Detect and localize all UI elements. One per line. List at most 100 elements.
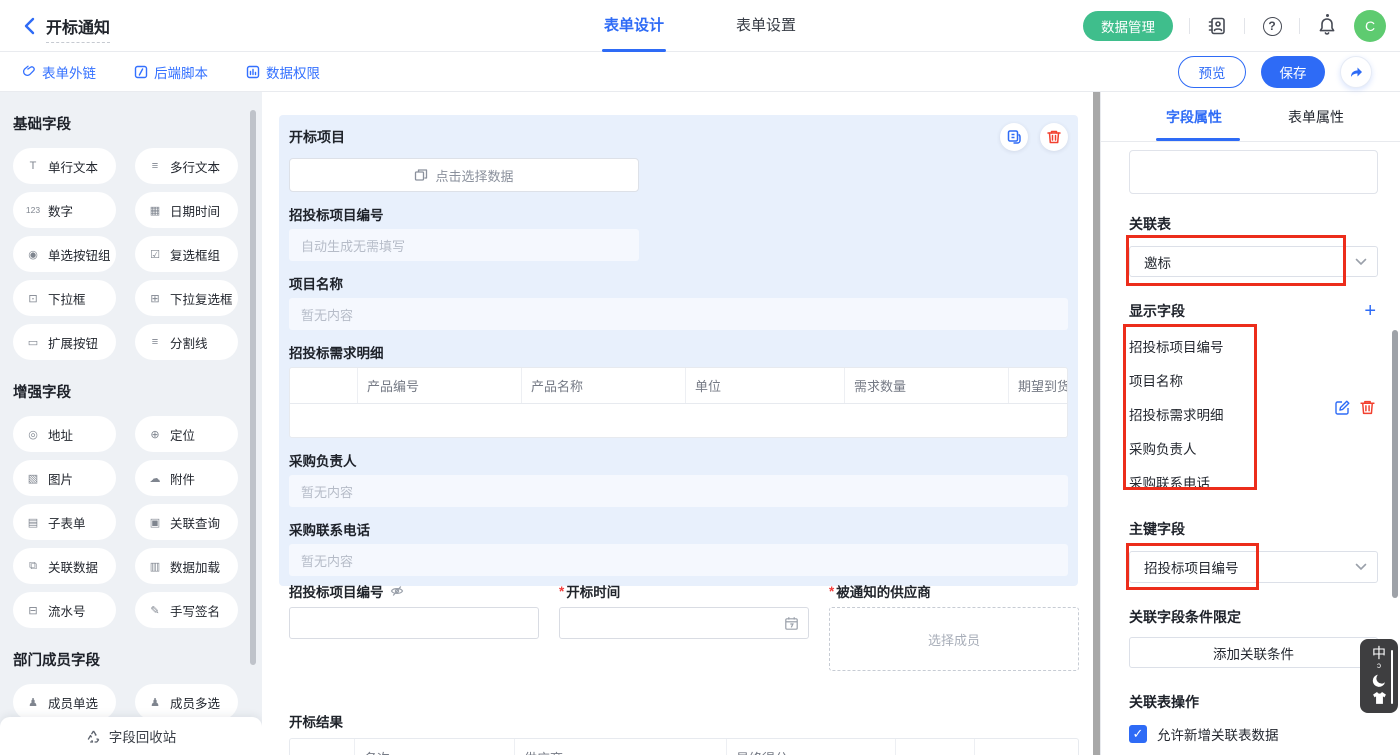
page-title[interactable]: 开标通知 bbox=[46, 14, 110, 43]
serial-number-icon: ⊟ bbox=[24, 604, 42, 617]
field-pill-single-line-text[interactable]: T单行文本 bbox=[13, 148, 116, 184]
field-label-detail-table: 招投标需求明细 bbox=[289, 342, 1068, 362]
edit-display-fields-button[interactable] bbox=[1334, 399, 1351, 416]
field-label-project-name: 项目名称 bbox=[289, 273, 1068, 293]
tab-form-settings[interactable]: 表单设置 bbox=[736, 0, 796, 52]
top-right-cluster: 数据管理 ? C bbox=[1083, 0, 1386, 52]
scrolled-empty-input[interactable] bbox=[1129, 150, 1378, 194]
result-subtable[interactable]: 名次 供应商 最终得分 bbox=[289, 738, 1079, 755]
field-input-project-no[interactable]: 自动生成无需填写 bbox=[289, 229, 639, 261]
help-icon[interactable]: ? bbox=[1261, 15, 1283, 37]
detail-col-expected-date: 期望到货时 bbox=[1009, 368, 1067, 403]
project-no-input[interactable] bbox=[289, 607, 539, 639]
tab-field-properties[interactable]: 字段属性 bbox=[1156, 92, 1232, 141]
field-pill-linked-query[interactable]: ▣关联查询 bbox=[135, 504, 238, 540]
user-avatar[interactable]: C bbox=[1354, 10, 1386, 42]
field-pill-data-load[interactable]: ▥数据加载 bbox=[135, 548, 238, 584]
field-pill-subform[interactable]: ▤子表单 bbox=[13, 504, 116, 540]
field-input-purchase-phone[interactable]: 暂无内容 bbox=[289, 544, 1068, 576]
field-pill-extend-button[interactable]: ▭扩展按钮 bbox=[13, 324, 116, 360]
display-field-item[interactable]: 采购联系电话 bbox=[1129, 465, 1378, 499]
display-field-item[interactable]: 采购负责人 bbox=[1129, 431, 1378, 465]
field-pill-divider[interactable]: ≡分割线 bbox=[135, 324, 238, 360]
save-button[interactable]: 保存 bbox=[1261, 56, 1325, 88]
add-condition-button[interactable]: 添加关联条件 bbox=[1129, 637, 1378, 668]
primary-key-select[interactable]: 招投标项目编号 bbox=[1129, 551, 1378, 583]
form-canvas[interactable]: 开标项目 bbox=[262, 92, 1100, 755]
row-field-project-no[interactable]: 招投标项目编号 bbox=[289, 582, 539, 671]
row-field-open-time[interactable]: *开标时间 bbox=[559, 582, 809, 671]
field-pill-signature[interactable]: ✎手写签名 bbox=[135, 592, 238, 628]
tab-form-properties[interactable]: 表单属性 bbox=[1278, 92, 1354, 141]
recycle-icon bbox=[86, 729, 101, 744]
field-pill-member-single[interactable]: ♟成员单选 bbox=[13, 684, 116, 720]
field-pill-number[interactable]: 123数字 bbox=[13, 192, 116, 228]
field-pill-select[interactable]: ⊡下拉框 bbox=[13, 280, 116, 316]
field-pill-serial-number[interactable]: ⊟流水号 bbox=[13, 592, 116, 628]
form-external-link[interactable]: 表单外链 bbox=[22, 62, 96, 82]
translate-icon[interactable]: 中 bbox=[1372, 647, 1386, 660]
select-data-button[interactable]: 点击选择数据 bbox=[289, 158, 639, 192]
select-member-box[interactable]: 选择成员 bbox=[829, 607, 1079, 671]
field-pill-image[interactable]: ▧图片 bbox=[13, 460, 116, 496]
tab-form-design[interactable]: 表单设计 bbox=[604, 0, 664, 52]
backend-script-link[interactable]: 后端脚本 bbox=[134, 62, 208, 82]
active-tab-underline bbox=[602, 49, 666, 52]
data-load-chart-icon: ▥ bbox=[146, 560, 164, 573]
sidebar-scrollbar[interactable] bbox=[250, 110, 256, 665]
number-icon: 123 bbox=[24, 205, 42, 215]
field-pill-multi-select[interactable]: ⊞下拉复选框 bbox=[135, 280, 238, 316]
display-fields-list: 招投标项目编号 项目名称 招投标需求明细 采购负责人 采购联系电话 bbox=[1129, 329, 1378, 499]
field-label-project-no: 招投标项目编号 bbox=[289, 204, 1068, 224]
row-field-suppliers[interactable]: *被通知的供应商 选择成员 bbox=[829, 582, 1079, 671]
linked-data-icon: ⧉ bbox=[24, 560, 42, 573]
share-button[interactable] bbox=[1340, 56, 1372, 88]
field-pill-multi-line-text[interactable]: ≡多行文本 bbox=[135, 148, 238, 184]
toolbar-links: 表单外链 后端脚本 数据权限 bbox=[0, 62, 320, 82]
field-pill-address[interactable]: ◎地址 bbox=[13, 416, 116, 452]
primary-key-label: 主键字段 bbox=[1129, 519, 1378, 539]
divider bbox=[1299, 18, 1300, 34]
canvas-scrollbar[interactable] bbox=[1093, 92, 1100, 755]
image-icon: ▧ bbox=[24, 472, 42, 485]
delete-field-button[interactable] bbox=[1040, 123, 1068, 151]
notification-bell-icon[interactable] bbox=[1316, 15, 1338, 37]
result-section[interactable]: 开标结果 名次 供应商 最终得分 bbox=[289, 712, 1079, 755]
detail-col-demand-qty: 需求数量 bbox=[845, 368, 1009, 403]
field-recycle-bin[interactable]: 字段回收站 bbox=[0, 717, 262, 755]
add-display-field-button[interactable]: + bbox=[1364, 302, 1376, 320]
dark-mode-moon-icon[interactable] bbox=[1372, 673, 1387, 688]
related-table-select[interactable]: 邀标 bbox=[1129, 246, 1378, 277]
detail-subtable[interactable]: 产品编号 产品名称 单位 需求数量 期望到货时 bbox=[289, 367, 1068, 438]
field-pill-linked-data[interactable]: ⧉关联数据 bbox=[13, 548, 116, 584]
field-pill-checkbox-group[interactable]: ☑复选框组 bbox=[135, 236, 238, 272]
data-permission-link[interactable]: 数据权限 bbox=[246, 62, 320, 82]
copy-field-button[interactable] bbox=[1000, 123, 1028, 151]
field-pill-attachment[interactable]: ☁附件 bbox=[135, 460, 238, 496]
field-pill-radio-group[interactable]: ◉单选按钮组 bbox=[13, 236, 116, 272]
delete-display-fields-button[interactable] bbox=[1359, 399, 1376, 416]
browser-extension-widget[interactable]: 中 ɔ bbox=[1360, 639, 1398, 713]
subform-icon: ▤ bbox=[24, 516, 42, 529]
selected-field-group[interactable]: 开标项目 bbox=[279, 115, 1078, 586]
script-icon bbox=[134, 65, 148, 79]
panel-scrollbar[interactable] bbox=[1392, 330, 1398, 598]
field-input-purchase-owner[interactable]: 暂无内容 bbox=[289, 475, 1068, 507]
field-pill-location[interactable]: ⊕定位 bbox=[135, 416, 238, 452]
panel-tabs: 字段属性 表单属性 bbox=[1101, 92, 1400, 142]
preview-button[interactable]: 预览 bbox=[1178, 56, 1246, 88]
display-field-item[interactable]: 招投标项目编号 bbox=[1129, 329, 1378, 363]
result-col-supplier: 供应商 bbox=[515, 739, 727, 755]
allow-add-checkbox[interactable]: ✓ bbox=[1129, 725, 1147, 743]
field-pill-member-multi[interactable]: ♟成员多选 bbox=[135, 684, 238, 720]
contacts-icon[interactable] bbox=[1206, 15, 1228, 37]
field-input-project-name[interactable]: 暂无内容 bbox=[289, 298, 1068, 330]
field-pill-datetime[interactable]: ▦日期时间 bbox=[135, 192, 238, 228]
open-time-input[interactable] bbox=[559, 607, 809, 639]
chevron-down-icon bbox=[1355, 563, 1367, 571]
data-manage-button[interactable]: 数据管理 bbox=[1083, 11, 1173, 41]
back-icon[interactable] bbox=[20, 15, 42, 37]
hidden-eye-icon bbox=[390, 584, 404, 598]
theme-shirt-icon[interactable] bbox=[1372, 691, 1387, 705]
display-field-item[interactable]: 项目名称 bbox=[1129, 363, 1378, 397]
